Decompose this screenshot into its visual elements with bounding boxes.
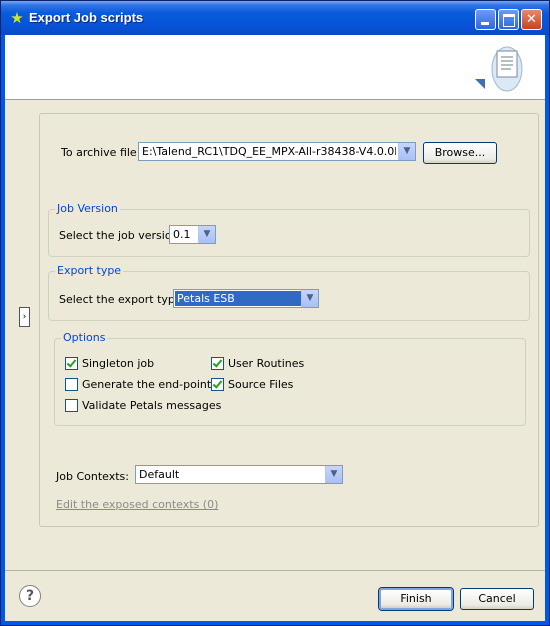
- window-title: Export Job scripts: [29, 10, 144, 25]
- options-group-title: Options: [61, 331, 108, 344]
- star-icon: ★: [10, 9, 24, 27]
- expand-toggle-icon[interactable]: ›: [19, 307, 30, 327]
- chevron-down-icon[interactable]: ▼: [398, 143, 415, 160]
- validate-petals-label: Validate Petals messages: [82, 399, 222, 412]
- chevron-down-icon[interactable]: ▼: [325, 466, 342, 483]
- chevron-down-icon[interactable]: ▼: [198, 226, 215, 243]
- close-button[interactable]: ✕: [521, 9, 542, 30]
- minimize-icon: [481, 22, 489, 25]
- export-type-group: Export type Select the export type Petal…: [48, 264, 530, 321]
- job-contexts-value: Default: [139, 468, 180, 481]
- options-group: Options Singleton job User Routines Gene…: [54, 331, 526, 426]
- export-type-group-title: Export type: [55, 264, 124, 277]
- singleton-job-label: Singleton job: [82, 357, 155, 370]
- source-files-label: Source Files: [228, 378, 294, 391]
- header-banner: [5, 35, 545, 100]
- generate-end-point-box[interactable]: [65, 378, 78, 391]
- singleton-job-box[interactable]: [65, 357, 78, 370]
- generate-end-point-label: Generate the end-point: [82, 378, 212, 391]
- title-bar[interactable]: ★ Export Job scripts ✕: [1, 1, 549, 35]
- source-files-box[interactable]: [211, 378, 224, 391]
- finish-button[interactable]: Finish: [379, 588, 453, 610]
- maximize-button[interactable]: [498, 9, 519, 30]
- job-version-combo[interactable]: 0.1 ▼: [169, 225, 216, 244]
- archive-file-value: E:\Talend_RC1\TDQ_EE_MPX-All-r38438-V4.0…: [142, 145, 396, 158]
- user-routines-label: User Routines: [228, 357, 305, 370]
- job-version-value: 0.1: [173, 228, 191, 241]
- export-type-value: Petals ESB: [175, 291, 301, 306]
- user-routines-checkbox[interactable]: User Routines: [211, 357, 304, 370]
- validate-petals-checkbox[interactable]: Validate Petals messages: [65, 399, 221, 412]
- minimize-button[interactable]: [475, 9, 496, 30]
- close-icon: ✕: [526, 12, 537, 27]
- singleton-job-checkbox[interactable]: Singleton job: [65, 357, 154, 370]
- validate-petals-box[interactable]: [65, 399, 78, 412]
- edit-contexts-link[interactable]: Edit the exposed contexts (0): [56, 498, 218, 511]
- dialog-window: ★ Export Job scripts ✕ › To archive file…: [0, 0, 550, 626]
- job-version-label: Select the job version: [59, 229, 179, 242]
- maximize-icon: [503, 14, 515, 27]
- export-type-combo[interactable]: Petals ESB ▼: [173, 289, 319, 308]
- job-version-group-title: Job Version: [55, 202, 120, 215]
- job-contexts-label: Job Contexts:: [56, 470, 129, 483]
- cancel-button[interactable]: Cancel: [460, 588, 534, 610]
- user-routines-box[interactable]: [211, 357, 224, 370]
- export-document-icon: [475, 46, 523, 92]
- export-options-panel: To archive file: E:\Talend_RC1\TDQ_EE_MP…: [39, 113, 539, 527]
- generate-end-point-checkbox[interactable]: Generate the end-point: [65, 378, 211, 391]
- job-version-group: Job Version Select the job version 0.1 ▼: [48, 202, 530, 257]
- archive-file-combo[interactable]: E:\Talend_RC1\TDQ_EE_MPX-All-r38438-V4.0…: [138, 142, 416, 161]
- export-type-label: Select the export type: [59, 293, 182, 306]
- footer-separator: [5, 570, 545, 571]
- job-contexts-combo[interactable]: Default ▼: [135, 465, 343, 484]
- source-files-checkbox[interactable]: Source Files: [211, 378, 293, 391]
- help-icon[interactable]: ?: [19, 585, 41, 607]
- chevron-down-icon[interactable]: ▼: [301, 290, 318, 307]
- browse-button[interactable]: Browse...: [423, 142, 497, 164]
- archive-label: To archive file:: [61, 146, 141, 159]
- dialog-client: › To archive file: E:\Talend_RC1\TDQ_EE_…: [5, 35, 545, 621]
